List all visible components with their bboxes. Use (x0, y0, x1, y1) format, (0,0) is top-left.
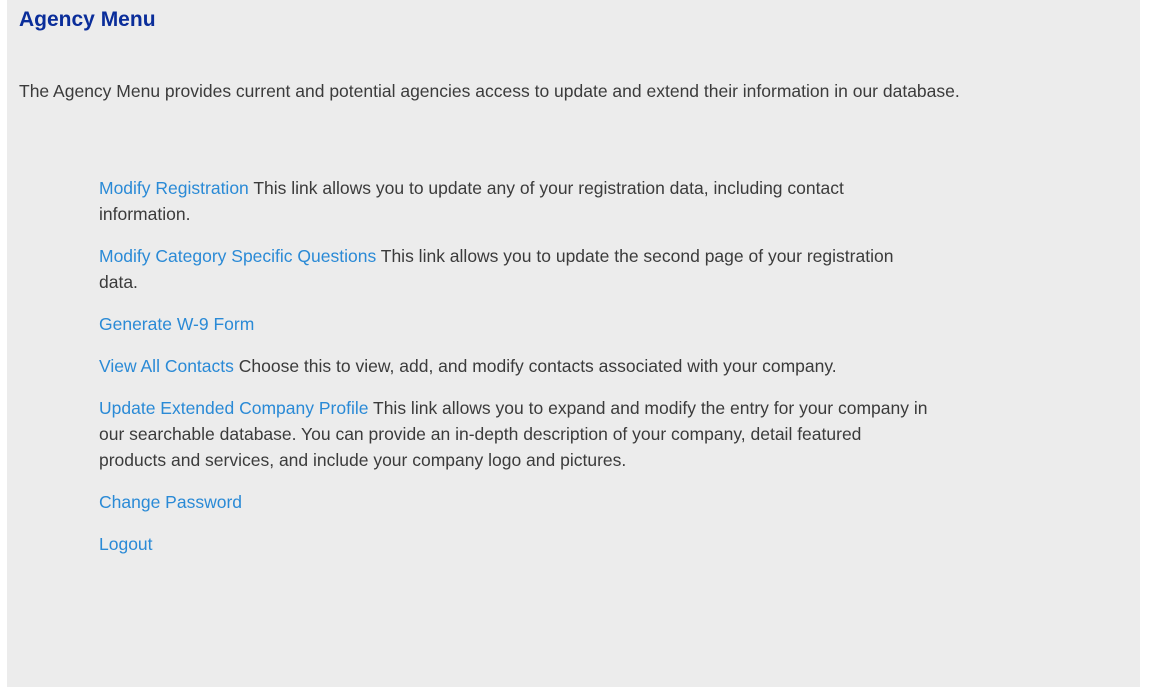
modify-registration-link[interactable]: Modify Registration (99, 178, 249, 198)
menu-item-modify-registration: Modify Registration This link allows you… (99, 175, 929, 227)
change-password-link[interactable]: Change Password (99, 492, 242, 512)
menu-item-modify-category-questions: Modify Category Specific Questions This … (99, 243, 929, 295)
view-all-contacts-link[interactable]: View All Contacts (99, 356, 234, 376)
logout-link[interactable]: Logout (99, 534, 153, 554)
menu-item-change-password: Change Password (99, 489, 929, 515)
agency-menu-panel: Agency Menu The Agency Menu provides cur… (7, 0, 1140, 687)
update-extended-profile-link[interactable]: Update Extended Company Profile (99, 398, 368, 418)
page-title: Agency Menu (19, 8, 156, 31)
agency-menu-list: Modify Registration This link allows you… (99, 175, 929, 573)
intro-text: The Agency Menu provides current and pot… (19, 81, 960, 101)
menu-item-generate-w9: Generate W-9 Form (99, 311, 929, 337)
modify-category-questions-link[interactable]: Modify Category Specific Questions (99, 246, 376, 266)
view-all-contacts-description: Choose this to view, add, and modify con… (233, 356, 837, 376)
menu-item-logout: Logout (99, 531, 929, 557)
generate-w9-form-link[interactable]: Generate W-9 Form (99, 314, 254, 334)
menu-item-extended-profile: Update Extended Company Profile This lin… (99, 395, 929, 473)
menu-item-view-contacts: View All Contacts Choose this to view, a… (99, 353, 929, 379)
